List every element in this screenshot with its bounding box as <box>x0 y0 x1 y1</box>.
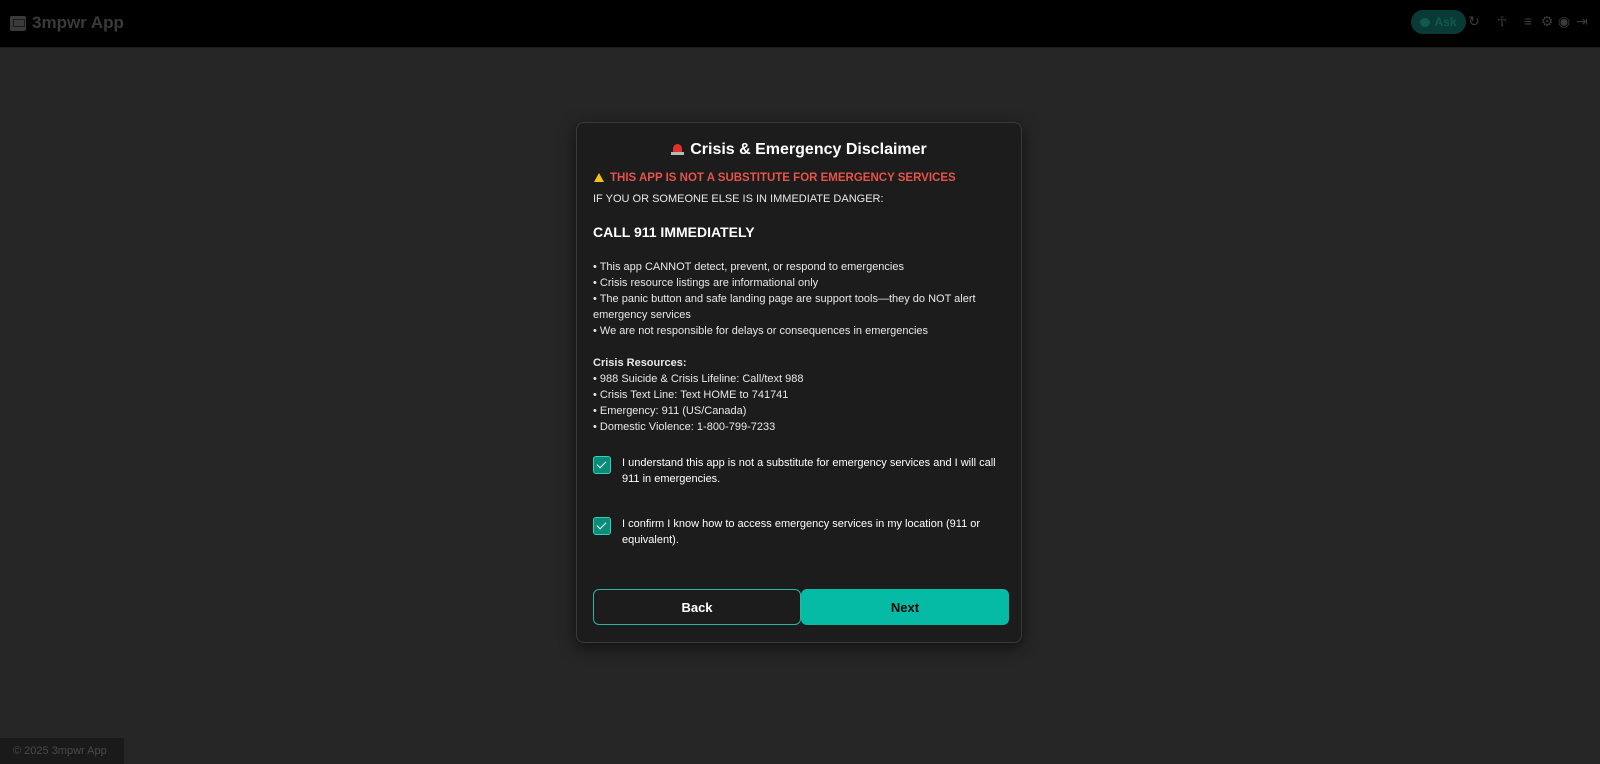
modal-title: Crisis & Emergency Disclaimer <box>577 141 1021 159</box>
understand-checkbox-row[interactable]: I understand this app is not a substitut… <box>593 455 1007 487</box>
top-bar: 3mpwr App Ask ↻ ☥ ≡ ⚙ ◉ ⇥ <box>0 0 1600 48</box>
logout-icon[interactable]: ⇥ <box>1575 14 1589 28</box>
list-item: • Crisis resource listings are informati… <box>593 277 819 289</box>
ask-label: Ask <box>1434 15 1457 29</box>
list-item: • Crisis Text Line: Text HOME to 741741 <box>593 389 789 401</box>
footer-copyright: © 2025 3mpwr App <box>0 738 124 764</box>
user-icon[interactable]: ◉ <box>1557 14 1571 28</box>
list-item: • We are not responsible for delays or c… <box>593 325 929 337</box>
list-item: • Domestic Violence: 1-800-799-7233 <box>593 421 776 433</box>
danger-line: IF YOU OR SOMEONE ELSE IS IN IMMEDIATE D… <box>593 193 884 205</box>
list-item: • This app CANNOT detect, prevent, or re… <box>593 261 904 273</box>
next-button[interactable]: Next <box>801 589 1009 625</box>
understand-checkbox-label[interactable]: I understand this app is not a substitut… <box>622 455 1007 487</box>
list-item: • 988 Suicide & Crisis Lifeline: Call/te… <box>593 373 804 385</box>
understand-checkbox[interactable] <box>593 456 611 474</box>
refresh-icon[interactable]: ↻ <box>1467 14 1481 28</box>
warning-banner: THIS APP IS NOT A SUBSTITUTE FOR EMERGEN… <box>594 172 956 184</box>
back-button[interactable]: Back <box>593 589 801 625</box>
confirm-checkbox-label[interactable]: I confirm I know how to access emergency… <box>622 516 1007 548</box>
call-911-heading: CALL 911 IMMEDIATELY <box>593 224 755 240</box>
resources-title: Crisis Resources: <box>593 357 687 369</box>
accessibility-icon[interactable]: ☥ <box>1495 14 1509 28</box>
crisis-disclaimer-modal: Crisis & Emergency Disclaimer THIS APP I… <box>576 122 1022 643</box>
confirm-checkbox[interactable] <box>593 517 611 535</box>
menu-icon[interactable]: ≡ <box>1521 14 1535 28</box>
warning-icon <box>594 173 604 182</box>
siren-icon <box>671 144 685 155</box>
app-brand[interactable]: 3mpwr App <box>10 12 124 34</box>
list-item: • The panic button and safe landing page… <box>593 293 976 321</box>
limitations-list: • This app CANNOT detect, prevent, or re… <box>593 259 1013 339</box>
list-item: • Emergency: 911 (US/Canada) <box>593 405 747 417</box>
gear-icon[interactable]: ⚙ <box>1540 14 1554 28</box>
ask-button[interactable]: Ask <box>1411 10 1466 34</box>
app-title: 3mpwr App <box>32 13 124 32</box>
confirm-checkbox-row[interactable]: I confirm I know how to access emergency… <box>593 516 1007 548</box>
crisis-resources: Crisis Resources: • 988 Suicide & Crisis… <box>593 355 1013 435</box>
app-logo-icon <box>10 15 26 31</box>
chat-icon <box>1420 17 1431 27</box>
